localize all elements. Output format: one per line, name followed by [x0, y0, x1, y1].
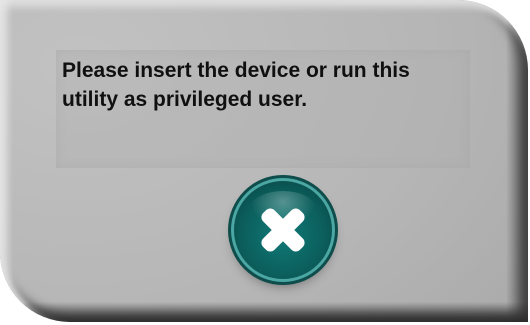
close-button[interactable]	[234, 181, 332, 279]
error-message: Please insert the device or run this uti…	[62, 59, 410, 111]
error-dialog: Please insert the device or run this uti…	[0, 0, 528, 322]
close-icon	[261, 208, 305, 252]
